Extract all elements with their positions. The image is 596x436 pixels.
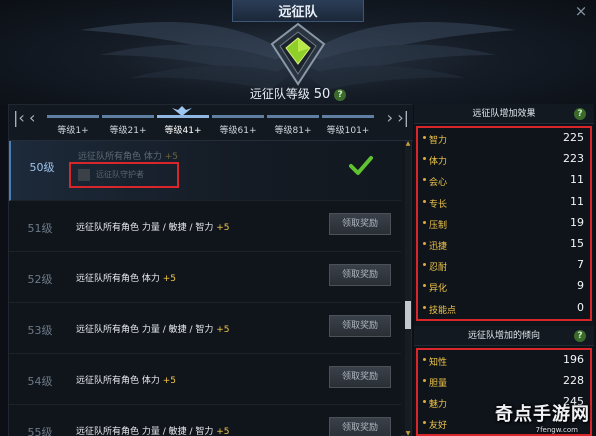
reward-desc: 远征队所有角色 力量 / 敏捷 / 智力 +5	[76, 223, 230, 233]
tab-level-21[interactable]: 等级21+	[102, 115, 154, 141]
tab-level-101[interactable]: 等级101+	[322, 115, 374, 141]
wing-ornament-left	[80, 22, 290, 90]
prev-page-icon[interactable]: ‹	[29, 108, 35, 127]
claim-reward-button[interactable]: 领取奖励	[329, 264, 391, 286]
level-value: 50	[313, 87, 331, 102]
rewards-panel: |‹ ‹ 等级1+ 等级21+ 等级41+ 等级61+ 等级81+ 等级101+…	[8, 104, 413, 436]
stat-row: 专长 11	[418, 192, 590, 213]
reward-level: 55级	[27, 426, 53, 436]
claim-reward-button[interactable]: 领取奖励	[329, 417, 391, 436]
reward-row-50: 50级 远征队所有角色 体力 +5 远征队守护者	[9, 141, 401, 201]
help-icon[interactable]: ?	[334, 88, 347, 101]
reward-list-scrollbar[interactable]: ▲ ▼	[405, 141, 411, 436]
stat-row: 异化 9	[418, 276, 590, 297]
reward-row-54: 54级 远征队所有角色 体力 +5 领取奖励	[9, 354, 401, 405]
tendency-help-icon[interactable]: ?	[574, 329, 586, 342]
reward-desc: 远征队所有角色 力量 / 敏捷 / 智力 +5	[76, 427, 230, 436]
tab-level-41[interactable]: 等级41+	[157, 115, 209, 141]
stat-row: 技能点 0	[418, 298, 590, 319]
tab-level-81[interactable]: 等级81+	[267, 115, 319, 141]
effects-stat-list: 智力 225 体力 223 会心 11 专长 11 压制 19 迅捷 15 忍耐 7 异化 9 …	[416, 126, 592, 321]
scroll-thumb[interactable]	[405, 301, 411, 329]
tendency-title: 远征队增加的倾向	[467, 330, 540, 341]
stat-row: 智力 225	[418, 128, 590, 149]
stat-row: 压制 19	[418, 213, 590, 234]
reward-desc: 远征队所有角色 体力 +5	[78, 152, 179, 162]
next-page-icon[interactable]: ›	[387, 108, 393, 127]
close-button[interactable]: ×	[572, 2, 590, 20]
first-page-icon[interactable]: |‹	[13, 108, 25, 127]
reward-level: 54级	[27, 375, 53, 388]
expedition-emblem-icon	[270, 22, 326, 86]
effects-title: 远征队增加效果	[472, 109, 536, 119]
last-page-icon[interactable]: ›|	[397, 108, 409, 127]
stats-panel: 远征队增加效果 ? 智力 225 体力 223 会心 11 专长 11 压制 19 迅捷 1…	[414, 104, 594, 436]
claim-reward-button[interactable]: 领取奖励	[329, 315, 391, 337]
reward-desc: 远征队所有角色 体力 +5	[76, 274, 177, 284]
reward-desc: 远征队所有角色 力量 / 敏捷 / 智力 +5	[76, 325, 230, 335]
reward-list: 50级 远征队所有角色 体力 +5 远征队守护者 51级 远征队所有角色 力量 …	[9, 141, 401, 436]
reward-level: 51级	[27, 222, 53, 235]
effects-help-icon[interactable]: ?	[574, 108, 586, 120]
stat-row: 迅捷 15	[418, 234, 590, 255]
reward-row-52: 52级 远征队所有角色 体力 +5 领取奖励	[9, 252, 401, 303]
status-chip-icon	[78, 169, 90, 181]
reward-row-55: 55级 远征队所有角色 力量 / 敏捷 / 智力 +5 领取奖励	[9, 405, 401, 436]
reward-row-53: 53级 远征队所有角色 力量 / 敏捷 / 智力 +5 领取奖励	[9, 303, 401, 354]
claim-reward-button[interactable]: 领取奖励	[329, 213, 391, 235]
tab-level-61[interactable]: 等级61+	[212, 115, 264, 141]
level-tab-strip: |‹ ‹ 等级1+ 等级21+ 等级41+ 等级61+ 等级81+ 等级101+…	[9, 105, 413, 141]
stat-row: 胆量 228	[418, 371, 590, 392]
claimed-check-icon	[349, 156, 373, 175]
level-label: 远征队等级	[249, 87, 310, 101]
site-watermark: 奇点手游网	[495, 404, 590, 425]
tab-level-1[interactable]: 等级1+	[47, 115, 99, 141]
claimed-status-text: 远征队守护者	[96, 170, 144, 179]
window-title-text: 远征队	[278, 5, 318, 20]
reward-level: 50级	[29, 161, 55, 174]
scroll-up-icon[interactable]: ▲	[405, 141, 411, 147]
window-title: 远征队	[232, 0, 364, 22]
current-tab-marker-icon	[172, 106, 192, 116]
site-watermark-url: 7fengw.com	[535, 426, 578, 434]
claimed-status-box: 远征队守护者	[69, 162, 179, 188]
tendency-header: 远征队增加的倾向 ?	[414, 325, 594, 346]
reward-desc: 远征队所有角色 体力 +5	[76, 376, 177, 386]
scroll-down-icon[interactable]: ▼	[405, 431, 411, 436]
reward-row-51: 51级 远征队所有角色 力量 / 敏捷 / 智力 +5 领取奖励	[9, 201, 401, 252]
stat-row: 忍耐 7	[418, 255, 590, 276]
stat-row: 知性 196	[418, 350, 590, 371]
reward-level: 52级	[27, 273, 53, 286]
claim-reward-button[interactable]: 领取奖励	[329, 366, 391, 388]
stat-row: 会心 11	[418, 170, 590, 191]
stat-row: 体力 223	[418, 149, 590, 170]
effects-header: 远征队增加效果 ?	[414, 104, 594, 124]
expedition-level: 远征队等级 50 ?	[0, 85, 596, 102]
reward-level: 53级	[27, 324, 53, 337]
wing-ornament-right	[306, 22, 516, 90]
